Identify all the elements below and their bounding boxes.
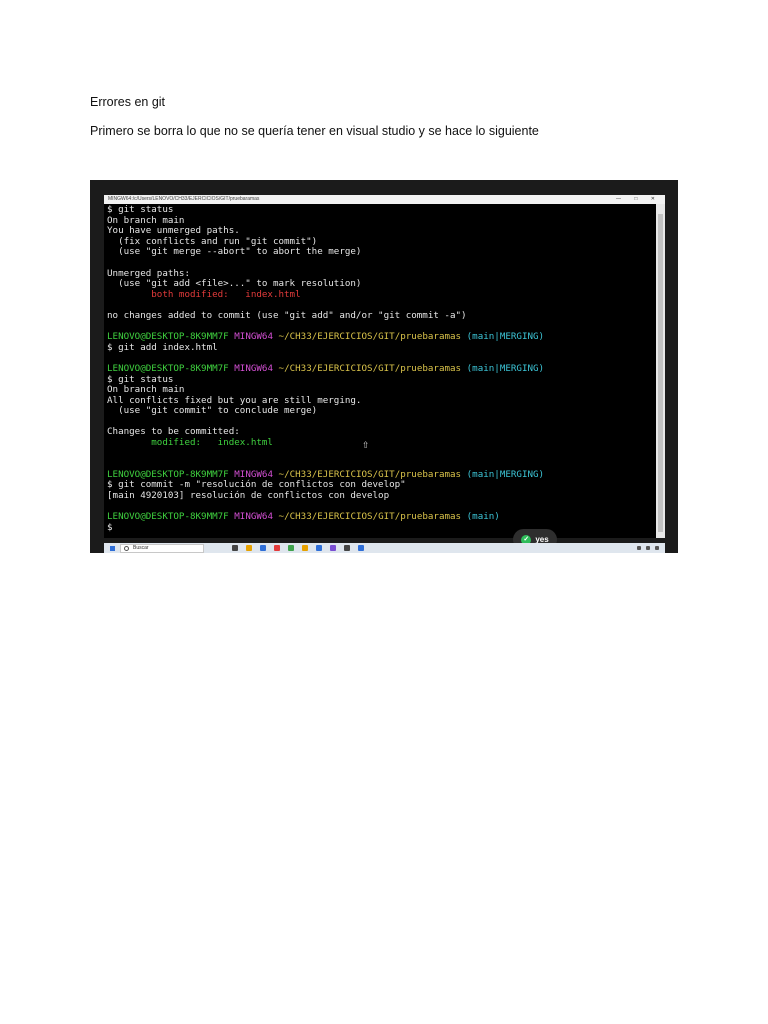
terminal-line: LENOVO@DESKTOP-8K9MM7F MINGW64 ~/CH33/EJ… [107,362,653,375]
scrollbar-thumb [658,214,663,532]
taskbar-app-icon [246,545,252,551]
taskbar-app-icon [358,545,364,551]
taskbar-app-icon [316,545,322,551]
terminal-text-segment: $ [107,521,113,533]
terminal-text-segment: (main|MERGING) [466,331,545,343]
terminal-text-segment: MINGW64 [234,511,273,523]
terminal-text-segment: (main|MERGING) [466,362,545,374]
terminal-window: MINGW64:/c/Users/LENOVO/CH33/EJERCICIOS/… [104,195,665,538]
terminal-text-segment: [main 4920103] resolución de conflictos … [107,490,390,502]
window-controls: — □ ✕ [616,196,661,202]
terminal-text-segment: MINGW64 [234,362,273,374]
terminal-text-segment: $ git status [107,373,174,385]
terminal-text-segment: On branch main [107,214,185,226]
terminal-text-segment: MINGW64 [234,468,273,480]
terminal-titlebar: MINGW64:/c/Users/LENOVO/CH33/EJERCICIOS/… [104,195,665,204]
terminal-text-segment: LENOVO@DESKTOP-8K9MM7F [107,331,229,343]
terminal-text-segment: You have unmerged paths. [107,225,240,237]
tray-icon [646,546,650,550]
terminal-text-segment: LENOVO@DESKTOP-8K9MM7F [107,468,229,480]
taskbar-pinned-apps [232,545,364,551]
windows-taskbar: Buscar [104,543,665,553]
terminal-text-segment: (use "git add <file>..." to mark resolut… [107,278,362,290]
taskbar-app-icon [344,545,350,551]
terminal-text-segment: ~/CH33/EJERCICIOS/GIT/pruebaramas [278,511,462,523]
tray-icon [637,546,641,550]
document-paragraph: Primero se borra lo que no se quería ten… [90,124,539,138]
terminal-text-segment: no changes added to commit (use "git add… [107,309,467,321]
terminal-text-segment: MINGW64 [234,331,273,343]
terminal-text-segment: (use "git merge --abort" to abort the me… [107,246,362,258]
taskbar-app-icon [330,545,336,551]
terminal-text-segment: modified: index.html [107,437,273,449]
terminal-text-segment: (use "git commit" to conclude merge) [107,405,318,417]
document-heading: Errores en git [90,95,166,109]
terminal-line: [main 4920103] resolución de conflictos … [107,490,653,502]
terminal-line: no changes added to commit (use "git add… [107,309,653,322]
tray-icon [655,546,659,550]
terminal-line: LENOVO@DESKTOP-8K9MM7F MINGW64 ~/CH33/EJ… [107,511,653,523]
taskbar-app-icon [232,545,238,551]
terminal-text-segment: Changes to be committed: [107,426,240,438]
taskbar-search-box: Buscar [120,543,204,553]
terminal-text-segment: (main|MERGING) [466,468,545,480]
terminal-line: $ git status [107,205,653,216]
terminal-text-segment: $ git status [107,205,174,215]
terminal-output: $ git status On branch main You have unmer… [107,205,653,538]
terminal-text-segment: $ git commit -m "resolución de conflicto… [107,479,406,491]
terminal-text-segment: (main) [466,511,500,523]
terminal-text-segment: (fix conflicts and run "git commit") [107,235,318,247]
taskbar-app-icon [260,545,266,551]
taskbar-system-tray [637,546,659,550]
terminal-line: $ [107,521,653,534]
terminal-text-segment: LENOVO@DESKTOP-8K9MM7F [107,511,229,523]
terminal-text-segment: ~/CH33/EJERCICIOS/GIT/pruebaramas [278,362,462,374]
terminal-line: modified: index.html [107,437,653,449]
terminal-line: (use "git merge --abort" to abort the me… [107,247,653,258]
terminal-text-segment: LENOVO@DESKTOP-8K9MM7F [107,362,229,374]
taskbar-app-icon [302,545,308,551]
terminal-line: both modified: index.html [107,288,653,301]
mouse-cursor-icon: ⇧ [362,441,370,451]
terminal-scrollbar [656,204,665,538]
terminal-line: (use "git commit" to conclude merge) [107,405,653,417]
terminal-line: $ git status [107,373,653,386]
taskbar-app-icon [274,545,280,551]
terminal-line: $ git add index.html [107,341,653,354]
terminal-text-segment: ~/CH33/EJERCICIOS/GIT/pruebaramas [278,331,462,343]
terminal-text-segment: On branch main [107,384,185,396]
terminal-text-segment: Unmerged paths: [107,267,190,279]
embedded-screenshot: MINGW64:/c/Users/LENOVO/CH33/EJERCICIOS/… [90,180,678,553]
terminal-text-segment: both modified: index.html [107,288,301,300]
windows-start-icon [110,545,115,551]
terminal-title: MINGW64:/c/Users/LENOVO/CH33/EJERCICIOS/… [108,196,260,202]
terminal-text-segment: ~/CH33/EJERCICIOS/GIT/pruebaramas [278,468,462,480]
terminal-text-segment: $ git add index.html [107,341,218,353]
terminal-text-segment: All conflicts fixed but you are still me… [107,394,362,406]
taskbar-app-icon [288,545,294,551]
